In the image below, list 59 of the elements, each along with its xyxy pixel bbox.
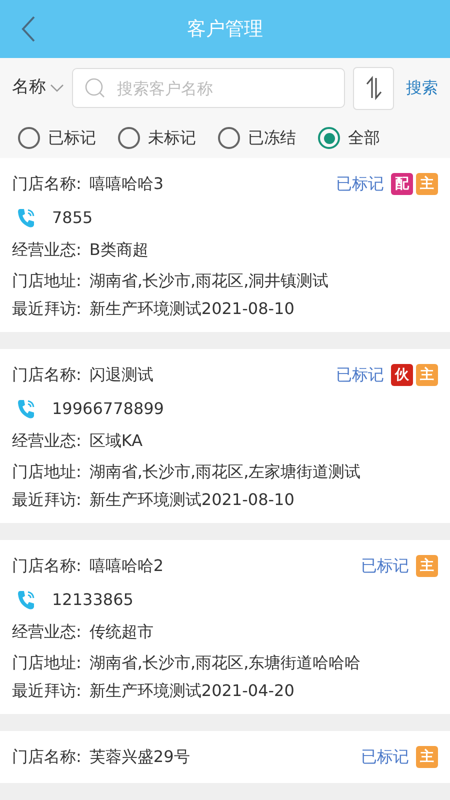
phone-number: 12133865 <box>52 589 134 611</box>
search-button[interactable]: 搜索 <box>406 76 438 100</box>
filter-radio[interactable]: 已标记 <box>18 126 96 150</box>
tag: 主 <box>416 746 438 768</box>
store-name: 嘻嘻哈哈2 <box>89 555 164 577</box>
chevron-down-icon <box>50 84 64 92</box>
customer-card[interactable]: 门店名称: 嘻嘻哈哈2 已标记 主 12133865 经营业态: 传统超市 门店地址: 湖南省,长沙市,雨花区,东塘街道哈哈哈 最近拜访: 新生产环境测试2021-04-20 <box>0 540 450 714</box>
last-visit-label: 最近拜访: <box>12 489 82 511</box>
store-name-label: 门店名称: <box>12 746 82 768</box>
business-type-label: 经营业态: <box>12 239 82 261</box>
filter-radio[interactable]: 全部 <box>318 126 380 150</box>
last-visit-label: 最近拜访: <box>12 298 82 320</box>
store-name: 芙蓉兴盛29号 <box>89 746 190 768</box>
tag: 伙 <box>391 364 413 386</box>
field-dropdown[interactable]: 名称 <box>12 75 64 101</box>
store-name-label: 门店名称: <box>12 555 82 577</box>
back-icon[interactable] <box>20 15 36 43</box>
business-type-label: 经营业态: <box>12 621 82 643</box>
business-type: 传统超市 <box>89 621 154 643</box>
address: 湖南省,长沙市,雨花区,东塘街道哈哈哈 <box>89 652 361 674</box>
customer-card[interactable]: 门店名称: 嘻嘻哈哈3 已标记 配 主 7855 经营业态: B类商超 门店地址: 湖南省,长沙市,雨花区,洞井镇测试 最近拜访: 新生产环境测试2021-08-10 <box>0 158 450 332</box>
filter-radio[interactable]: 未标记 <box>118 126 196 150</box>
address-label: 门店地址: <box>12 461 82 483</box>
customer-card[interactable]: 门店名称: 芙蓉兴盛29号 已标记 主 <box>0 731 450 783</box>
phone-icon[interactable] <box>16 207 36 229</box>
filter-radio[interactable]: 已冻结 <box>218 126 296 150</box>
address-label: 门店地址: <box>12 652 82 674</box>
phone-icon[interactable] <box>16 398 36 420</box>
last-visit: 新生产环境测试2021-08-10 <box>89 298 294 320</box>
page-title: 客户管理 <box>187 16 263 42</box>
last-visit: 新生产环境测试2021-08-10 <box>89 489 294 511</box>
tag: 主 <box>416 364 438 386</box>
marked-status: 已标记 <box>336 173 384 195</box>
sort-icon <box>364 76 384 100</box>
address: 湖南省,长沙市,雨花区,左家塘街道测试 <box>89 461 361 483</box>
tag: 主 <box>416 173 438 195</box>
store-name: 嘻嘻哈哈3 <box>89 173 164 195</box>
last-visit: 新生产环境测试2021-04-20 <box>89 680 294 702</box>
store-name-label: 门店名称: <box>12 173 82 195</box>
marked-status: 已标记 <box>361 746 409 768</box>
phone-number: 7855 <box>52 207 93 229</box>
phone-icon[interactable] <box>16 589 36 611</box>
address: 湖南省,长沙市,雨花区,洞井镇测试 <box>89 270 329 292</box>
address-label: 门店地址: <box>12 270 82 292</box>
business-type: 区域KA <box>89 430 143 452</box>
store-name-label: 门店名称: <box>12 364 82 386</box>
marked-status: 已标记 <box>336 364 384 386</box>
marked-status: 已标记 <box>361 555 409 577</box>
tag: 主 <box>416 555 438 577</box>
last-visit-label: 最近拜访: <box>12 680 82 702</box>
tag: 配 <box>391 173 413 195</box>
search-field[interactable]: 搜索客户名称 <box>72 68 345 108</box>
phone-number: 19966778899 <box>52 398 164 420</box>
customer-card[interactable]: 门店名称: 闪退测试 已标记 伙 主 19966778899 经营业态: 区域KA 门店地址: 湖南省,长沙市,雨花区,左家塘街道测试 最近拜访: 新生产环境测试2021-08-10 <box>0 349 450 523</box>
business-type-label: 经营业态: <box>12 430 82 452</box>
store-name: 闪退测试 <box>89 364 154 386</box>
business-type: B类商超 <box>89 239 148 261</box>
search-icon <box>84 77 106 99</box>
sort-button[interactable] <box>353 66 394 110</box>
